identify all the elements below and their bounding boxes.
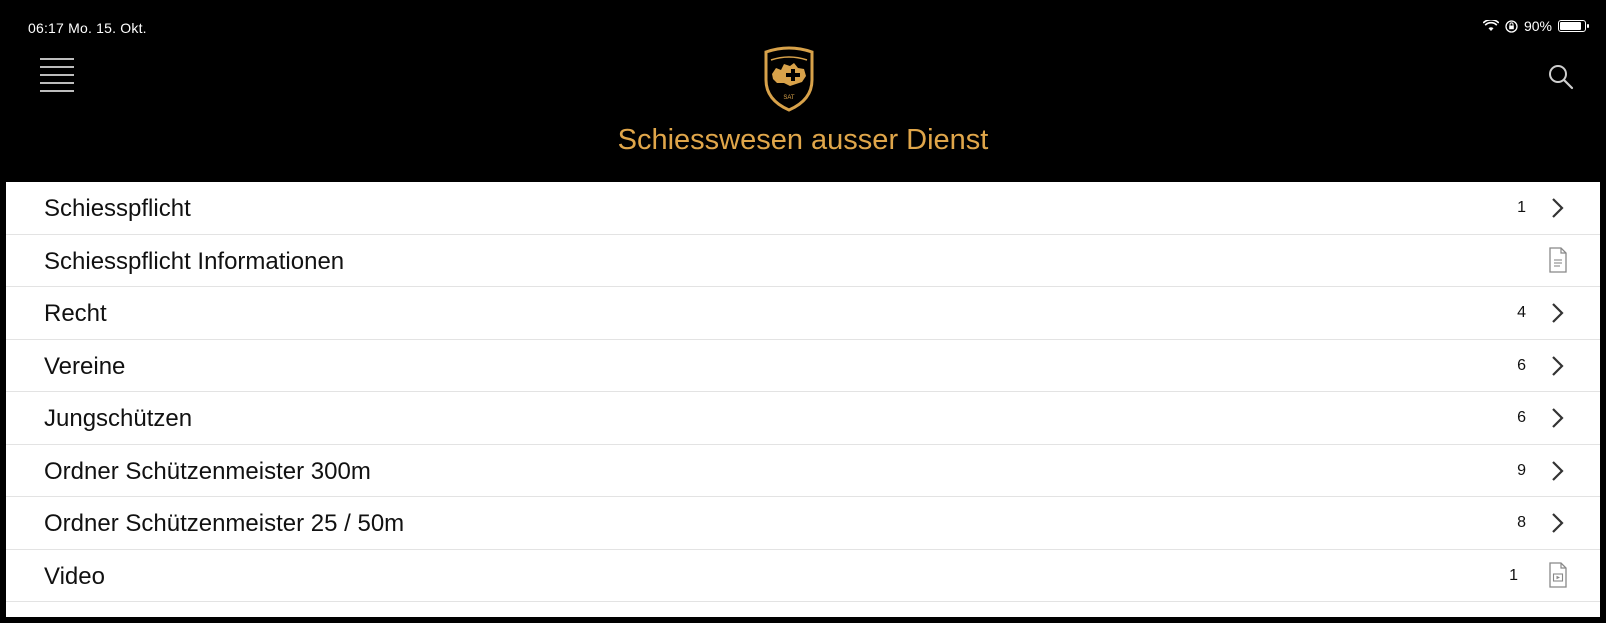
app-frame: 06:17 Mo. 15. Okt. 90% SAT Schiesswesen … [6,6,1600,617]
status-indicators: 90% [1482,18,1589,34]
list-item-label: Schiesspflicht [44,195,191,222]
list-item-count: 4 [1517,304,1526,321]
list-item[interactable]: Ordner Schützenmeister 25 / 50m 8 [6,497,1600,550]
app-header: 06:17 Mo. 15. Okt. 90% SAT Schiesswesen … [6,6,1600,182]
logo-text: SAT [783,95,795,101]
chevron-right-icon [1552,355,1564,376]
list-item-count: 1 [1509,566,1518,584]
list-item[interactable]: Schiesspflicht 1 [6,182,1600,235]
list-item-count: 6 [1517,356,1526,374]
status-time-date: 06:17 Mo. 15. Okt. [28,20,147,36]
page-title: Schiesswesen ausser Dienst [617,124,989,156]
chevron-right-icon [1552,460,1564,481]
list-item[interactable]: Vereine 6 [6,339,1600,392]
list-item[interactable]: Video 1 [6,549,1600,602]
list-item-count: 1 [1517,199,1526,216]
list-item-count: 8 [1517,514,1526,531]
search-icon[interactable] [1546,62,1576,92]
chevron-right-icon [1552,303,1564,323]
chevron-right-icon [1552,408,1564,428]
list-item-label: Ordner Schützenmeister 25 / 50m [44,510,405,537]
list-item-count: 9 [1517,461,1526,479]
list-item[interactable]: Ordner Schützenmeister 300m 9 [6,444,1600,497]
category-list: Schiesspflicht 1 Schiesspflicht Informat… [6,182,1600,602]
list-item-label: Ordner Schützenmeister 300m [44,457,371,485]
list-item[interactable]: Recht 4 [6,287,1600,340]
list-item-label: Vereine [44,352,126,380]
chevron-right-icon [1552,513,1564,533]
list-item-label: Schiesspflicht Informationen [44,247,345,275]
wifi-icon [1482,20,1499,31]
list-item-label: Video [44,562,105,590]
video-file-icon [1549,561,1567,588]
list-item-label: Recht [44,300,107,327]
logo-shield-icon: SAT [764,46,814,112]
battery-icon [1558,20,1589,32]
battery-percentage: 90% [1523,18,1552,34]
list-item-label: Jungschützen [44,405,193,432]
document-icon [1549,246,1567,273]
orientation-lock-icon [1505,19,1518,33]
list-item[interactable]: Jungschützen 6 [6,392,1600,445]
list-item[interactable]: Schiesspflicht Informationen [6,234,1600,287]
battery-fill [1560,22,1581,30]
list-item-count: 6 [1517,409,1526,426]
chevron-right-icon [1552,198,1564,218]
hamburger-menu-button[interactable] [40,58,74,94]
